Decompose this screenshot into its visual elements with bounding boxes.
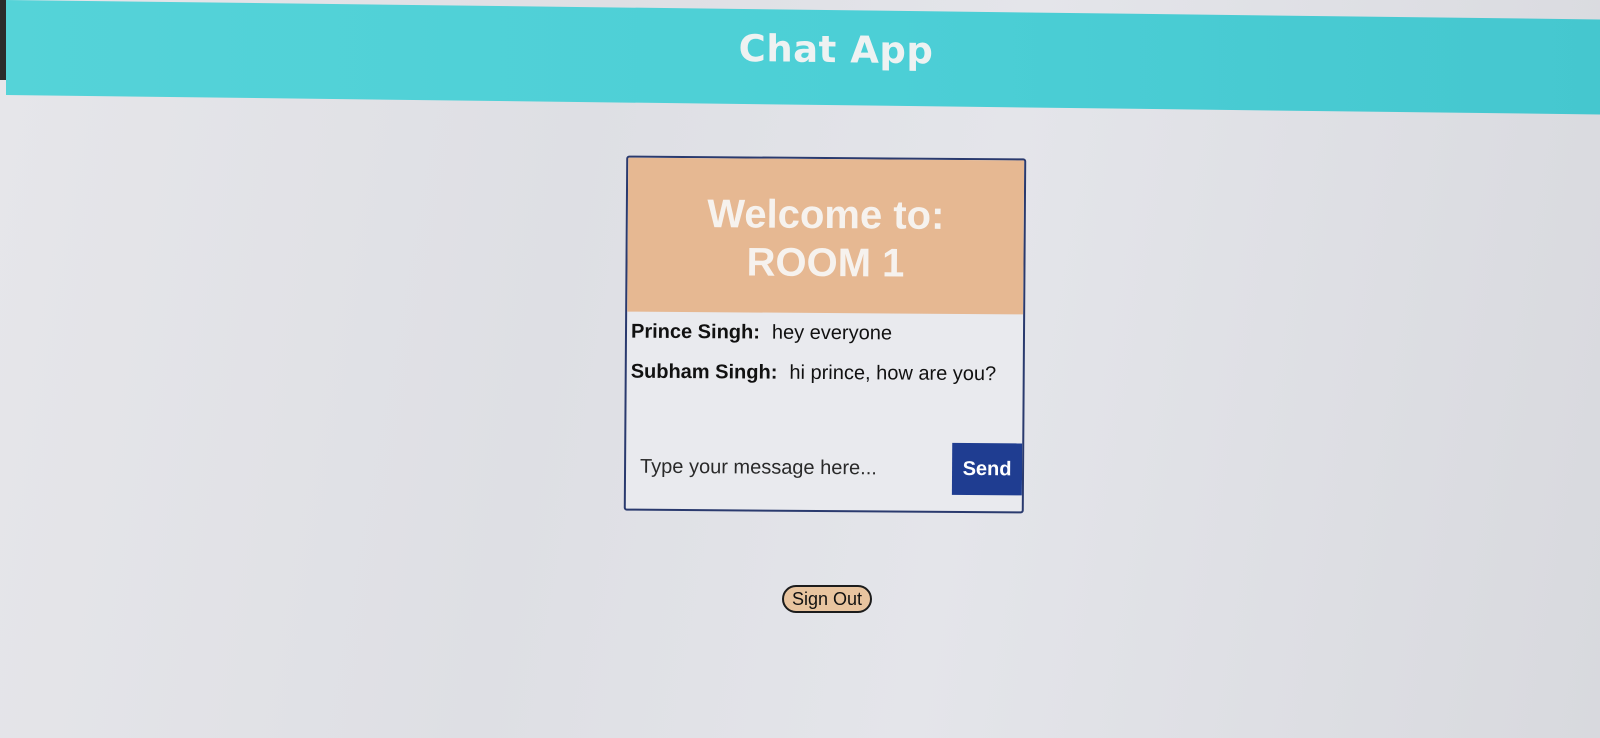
message-author: Prince Singh: <box>630 320 760 344</box>
screen-background: Chat App Welcome to: ROOM 1 Prince Singh… <box>0 0 1600 738</box>
message-input[interactable] <box>625 440 950 495</box>
message-list: Prince Singh: hey everyone Subham Singh: h… <box>631 321 1024 404</box>
sign-out-button[interactable]: Sign Out <box>782 585 872 613</box>
app-title: Chat App <box>738 26 934 73</box>
message-text: hey everyone <box>771 321 893 345</box>
room-name: ROOM 1 <box>746 240 905 286</box>
chat-room-panel: Welcome to: ROOM 1 Prince Singh: hey ever… <box>623 155 1027 514</box>
message-item: Subham Singh: hi prince, how are you? <box>631 361 1023 404</box>
message-item: Prince Singh: hey everyone <box>631 321 1023 364</box>
message-text: hi prince, how are you? <box>789 361 997 386</box>
message-composer: Send <box>625 440 1023 496</box>
send-button[interactable]: Send <box>951 442 1023 496</box>
room-welcome-text: Welcome to: <box>707 192 945 238</box>
message-author: Subham Singh: <box>630 360 778 384</box>
room-banner: Welcome to: ROOM 1 <box>627 157 1025 315</box>
app-header: Chat App <box>6 0 1600 115</box>
